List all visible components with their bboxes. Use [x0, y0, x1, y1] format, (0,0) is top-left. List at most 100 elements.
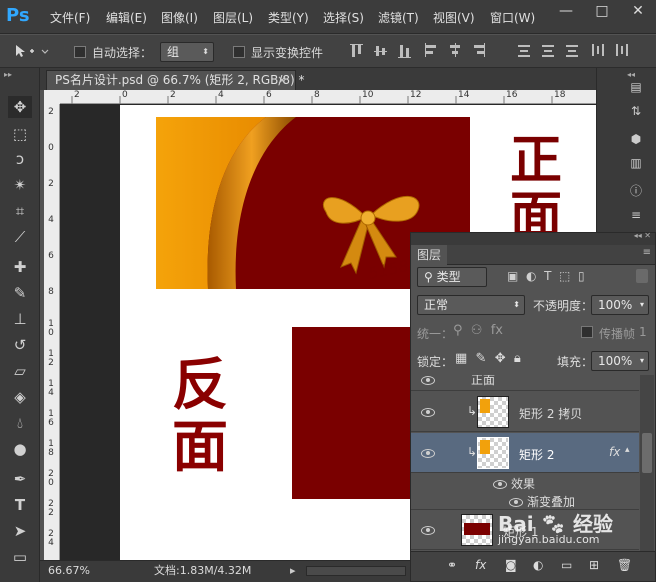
blend-mode-dropdown[interactable]: 正常 ⬍ [417, 295, 525, 315]
menu-view[interactable]: 视图(V) [433, 9, 475, 27]
layer-filter-dropdown[interactable]: ⚲ 类型 [417, 267, 487, 287]
new-layer-icon[interactable]: ⊞ [589, 558, 599, 572]
fill-input[interactable]: 100% ▾ [591, 351, 649, 371]
auto-select-dropdown[interactable]: 组 ⬍ [160, 42, 214, 62]
expand-effects-icon[interactable]: ▴ [625, 445, 630, 455]
v-tick: 2 4 [48, 529, 54, 548]
healing-brush-tool-icon[interactable]: ✚ [8, 256, 32, 278]
fx-badge[interactable]: fx [609, 445, 620, 459]
document-tab[interactable]: PS名片设计.psd @ 66.7% (矩形 2, RGB/8) * × [46, 70, 305, 90]
layer-thumbnail [461, 514, 493, 546]
visibility-eye-icon[interactable] [493, 479, 507, 489]
unify-icons[interactable]: ⚲ ⚇ fx [453, 323, 503, 338]
history-brush-tool-icon[interactable]: ↺ [8, 334, 32, 356]
trash-icon[interactable]: 🗑︎ [617, 558, 632, 572]
collapse-dock-icon[interactable]: ◂◂ [627, 70, 635, 79]
move-tool-icon[interactable]: ✥ [8, 96, 32, 118]
lock-icons[interactable]: ▦ ✎ ✥ 🔒︎ [455, 351, 521, 366]
eyedropper-tool-icon[interactable]: ⟋ [8, 226, 32, 248]
menu-type[interactable]: 类型(Y) [268, 9, 309, 27]
effects-row[interactable]: 效果 [411, 474, 639, 492]
menu-file[interactable]: 文件(F) [50, 9, 90, 27]
layer-row-selected[interactable]: ↳ 矩形 2 fx ▴ [411, 433, 639, 473]
layers-scrollbar-thumb[interactable] [642, 433, 652, 473]
opacity-input[interactable]: 100% ▾ [591, 295, 649, 315]
layer-row-partial[interactable]: 正面 [411, 375, 639, 391]
fill-value: 100% [598, 354, 633, 368]
align-distribute-icons[interactable] [350, 43, 650, 61]
v-tick: 1 8 [48, 439, 54, 458]
marquee-tool-icon[interactable]: ⬚ [8, 123, 32, 145]
menu-edit[interactable]: 编辑(E) [106, 9, 147, 27]
h-tick: 0 [122, 90, 128, 100]
folder-icon[interactable]: ▭ [561, 558, 572, 572]
filter-icons[interactable]: ▣ ◐ T ⬚ ▯ [507, 269, 647, 285]
search-icon: ⚲ [424, 270, 437, 284]
menu-image[interactable]: 图像(I) [161, 9, 198, 27]
menu-window[interactable]: 窗口(W) [490, 9, 535, 27]
eraser-tool-icon[interactable]: ▱ [8, 360, 32, 382]
stamp-tool-icon[interactable]: ⊥ [8, 308, 32, 330]
3d-panel-icon[interactable]: ⬢ [625, 132, 647, 154]
type-tool-icon[interactable]: T [8, 494, 32, 516]
crop-tool-icon[interactable]: ⌗ [8, 200, 32, 222]
h-tick: 18 [554, 90, 566, 100]
ruler-corner [44, 90, 60, 104]
fill-label: 填充： [557, 355, 594, 369]
layer-thumbnail [477, 396, 509, 428]
properties-panel-icon[interactable]: ▥ [625, 156, 647, 178]
dodge-tool-icon[interactable]: ● [8, 438, 32, 460]
channels-panel-icon[interactable]: ≡ [625, 208, 647, 230]
h-tick: 2 [170, 90, 176, 100]
paint-bucket-tool-icon[interactable]: ◈ [8, 386, 32, 408]
magic-wand-tool-icon[interactable]: ✴ [8, 174, 32, 196]
layer-row[interactable]: ↳ 矩形 2 拷贝 [411, 392, 639, 432]
menu-filter[interactable]: 滤镜(T) [378, 9, 419, 27]
h-tick: 10 [362, 90, 374, 100]
menu-layer[interactable]: 图层(L) [213, 9, 253, 27]
right-dock: ◂◂ ▤ ⇅ ⬢ ▥ ⓘ ≡ [596, 68, 656, 252]
visibility-eye-icon[interactable] [421, 375, 435, 385]
collapse-tools-icon[interactable]: ▸▸ [4, 70, 36, 79]
move-tool-preset-picker[interactable] [10, 42, 50, 60]
minimize-button[interactable]: — [548, 0, 584, 22]
visibility-eye-icon[interactable] [509, 497, 523, 507]
horizontal-scrollbar[interactable] [306, 566, 406, 576]
link-icon[interactable]: ⚭ [447, 558, 457, 572]
info-panel-icon[interactable]: ⓘ [625, 182, 647, 204]
menu-select[interactable]: 选择(S) [323, 9, 364, 27]
fx-icon[interactable]: fx [475, 558, 486, 572]
visibility-eye-icon[interactable] [421, 448, 435, 458]
path-selection-tool-icon[interactable]: ➤ [8, 520, 32, 542]
history-panel-icon[interactable]: ▤ [625, 80, 647, 102]
auto-select-checkbox[interactable] [74, 46, 86, 58]
unify-label: 统一： [417, 327, 454, 341]
mask-icon[interactable]: ◙ [505, 558, 517, 572]
adjustment-icon[interactable]: ◐ [533, 558, 543, 572]
lasso-tool-icon[interactable]: ↄ [8, 148, 32, 170]
status-arrow-icon[interactable]: ▸ [290, 561, 296, 581]
adjust-panel-icon[interactable]: ⇅ [625, 104, 647, 126]
opacity-value: 100% [598, 298, 633, 312]
propagate-value: 1 [639, 325, 647, 339]
propagate-label: 传播帧 [599, 327, 636, 341]
layers-panel-titlebar: ◂◂ ✕ [411, 231, 655, 245]
filter-toggle[interactable] [636, 269, 648, 283]
back-text-2: 面 [172, 415, 228, 480]
show-transform-checkbox[interactable] [233, 46, 245, 58]
zoom-level[interactable]: 66.67% [48, 561, 90, 581]
layers-tab[interactable]: 图层 [411, 245, 447, 265]
blur-tool-icon[interactable]: 💧︎ [8, 412, 32, 434]
pen-tool-icon[interactable]: ✒ [8, 468, 32, 490]
rectangle-tool-icon[interactable]: ▭ [8, 546, 32, 568]
close-button[interactable]: ✕ [620, 0, 656, 22]
visibility-eye-icon[interactable] [421, 407, 435, 417]
ps-logo: Ps [6, 5, 30, 26]
brush-tool-icon[interactable]: ✎ [8, 282, 32, 304]
propagate-checkbox[interactable] [581, 326, 593, 338]
maximize-button[interactable]: □ [584, 0, 620, 22]
panel-collapse-icon[interactable]: ◂◂ ✕ [634, 231, 651, 240]
visibility-eye-icon[interactable] [421, 525, 435, 535]
panel-menu-icon[interactable]: ≡ [643, 247, 651, 258]
close-tab-icon[interactable]: × [277, 71, 287, 89]
